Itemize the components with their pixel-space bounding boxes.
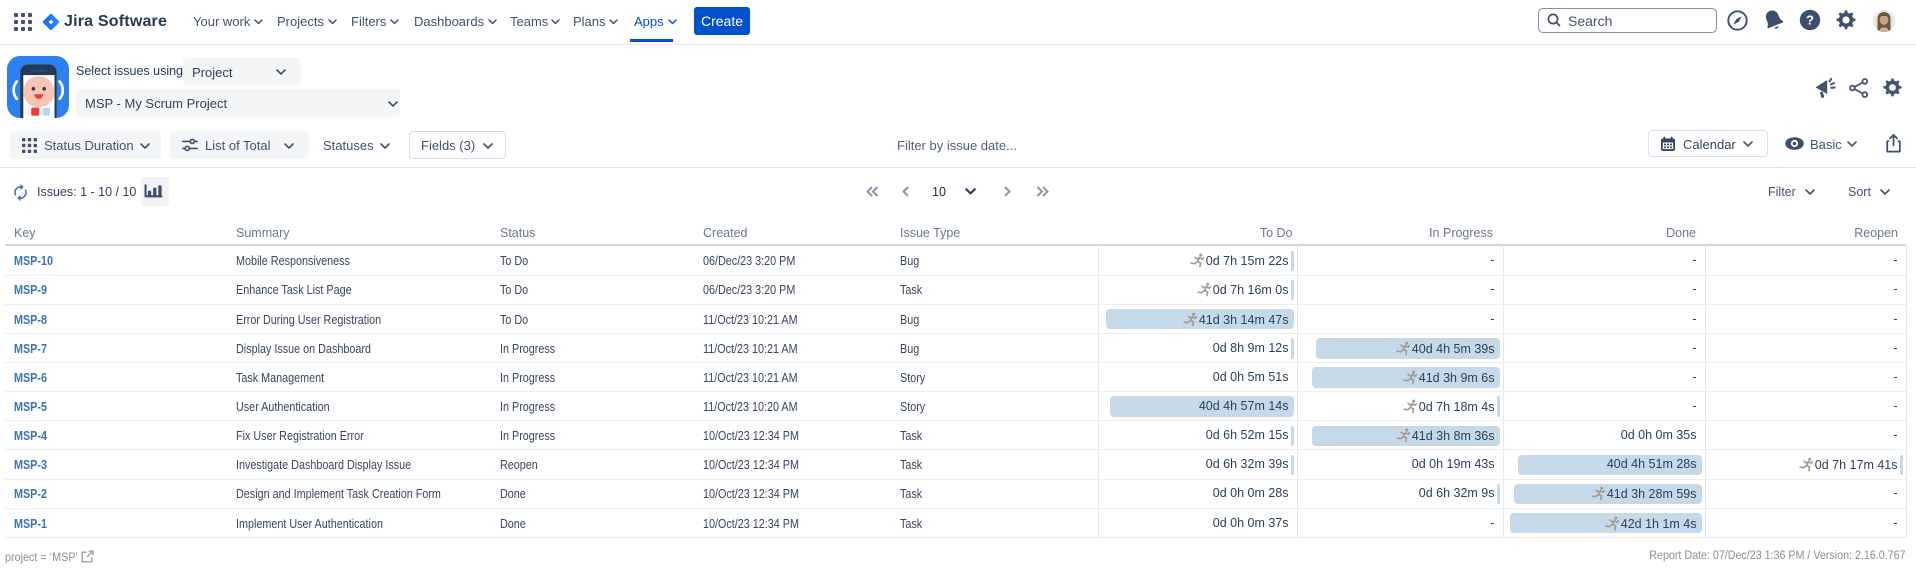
svg-text:?: ?: [1806, 13, 1814, 28]
